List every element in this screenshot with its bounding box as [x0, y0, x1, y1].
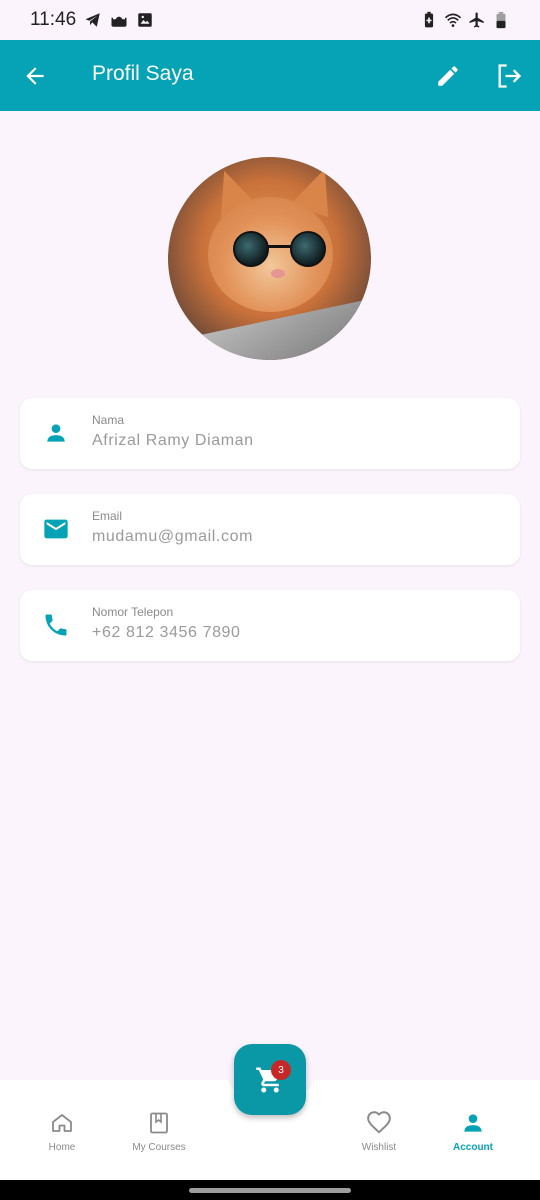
wifi-icon	[444, 11, 462, 29]
logout-icon	[498, 64, 522, 88]
status-left: 11:46	[30, 9, 154, 31]
email-card: Email mudamu@gmail.com	[20, 494, 520, 565]
page-title: Profil Saya	[92, 62, 194, 85]
arrow-back-icon	[26, 67, 44, 85]
sunglasses-lens-left	[233, 231, 269, 267]
phone-icon	[42, 611, 70, 639]
cart-badge: 3	[271, 1060, 291, 1080]
email-icon	[42, 515, 70, 543]
telegram-icon	[84, 11, 102, 29]
nav-item-home[interactable]: Home	[12, 1080, 112, 1180]
sunglasses-bridge	[268, 245, 291, 248]
email-value: mudamu@gmail.com	[92, 528, 253, 545]
status-right	[420, 11, 510, 29]
phone-value: +62 812 3456 7890	[92, 624, 241, 641]
battery-saver-icon	[420, 11, 438, 29]
nav-item-wishlist[interactable]: Wishlist	[329, 1080, 429, 1180]
email-label: Email	[92, 509, 123, 523]
cat-nose	[271, 269, 285, 278]
mosque-icon	[110, 11, 128, 29]
battery-icon	[492, 11, 510, 29]
name-label: Nama	[92, 413, 125, 427]
nav-item-account[interactable]: Account	[423, 1080, 523, 1180]
back-button[interactable]	[20, 61, 50, 91]
image-icon	[136, 11, 154, 29]
nav-item-my-courses[interactable]: My Courses	[109, 1080, 209, 1180]
status-bar: 11:46	[0, 0, 540, 40]
home-icon	[49, 1110, 75, 1136]
nav-label-account: Account	[453, 1142, 493, 1153]
logout-button[interactable]	[494, 61, 524, 91]
person-icon	[42, 419, 70, 447]
gesture-area	[0, 1180, 540, 1200]
name-card: Nama Afrizal Ramy Diaman	[20, 398, 520, 469]
home-gesture-bar[interactable]	[189, 1188, 351, 1193]
nav-label-home: Home	[48, 1142, 76, 1153]
phone-card: Nomor Telepon +62 812 3456 7890	[20, 590, 520, 661]
phone-label: Nomor Telepon	[92, 605, 174, 619]
pencil-icon	[438, 66, 458, 86]
heart-icon	[366, 1110, 392, 1136]
sunglasses-lens-right	[290, 231, 326, 267]
edit-profile-button[interactable]	[433, 61, 463, 91]
nav-label-wishlist: Wishlist	[361, 1142, 397, 1153]
cart-button[interactable]: 3	[234, 1044, 306, 1115]
book-icon	[146, 1110, 172, 1136]
person-icon	[460, 1110, 486, 1136]
profile-avatar	[168, 157, 371, 360]
airplane-mode-icon	[468, 11, 486, 29]
status-time: 11:46	[30, 9, 77, 30]
name-value: Afrizal Ramy Diaman	[92, 432, 254, 449]
app-bar: Profil Saya	[0, 40, 540, 111]
nav-label-my-courses: My Courses	[132, 1142, 186, 1153]
